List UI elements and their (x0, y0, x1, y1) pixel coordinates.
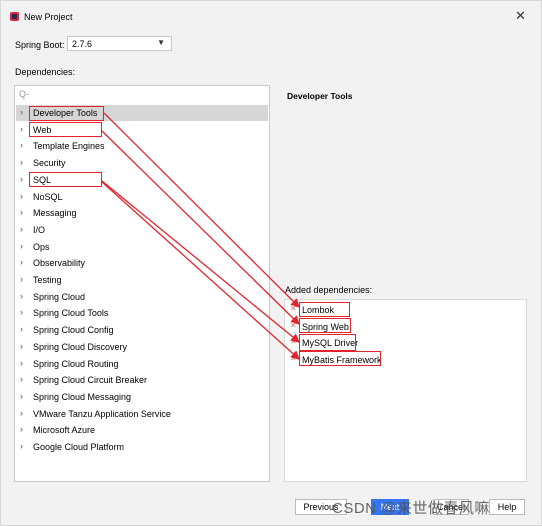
help-button[interactable]: Help (489, 499, 525, 515)
annotation-arrows (101, 112, 301, 360)
new-project-dialog: New Project ✕ Spring Boot: 2.7.6 ▼ Depen… (0, 0, 542, 526)
csdn-watermark: CSDN @来世做春风嘛 (332, 500, 490, 517)
arrow-sql-to-mysql (101, 180, 301, 343)
arrow-web-to-spring-web (101, 130, 300, 325)
